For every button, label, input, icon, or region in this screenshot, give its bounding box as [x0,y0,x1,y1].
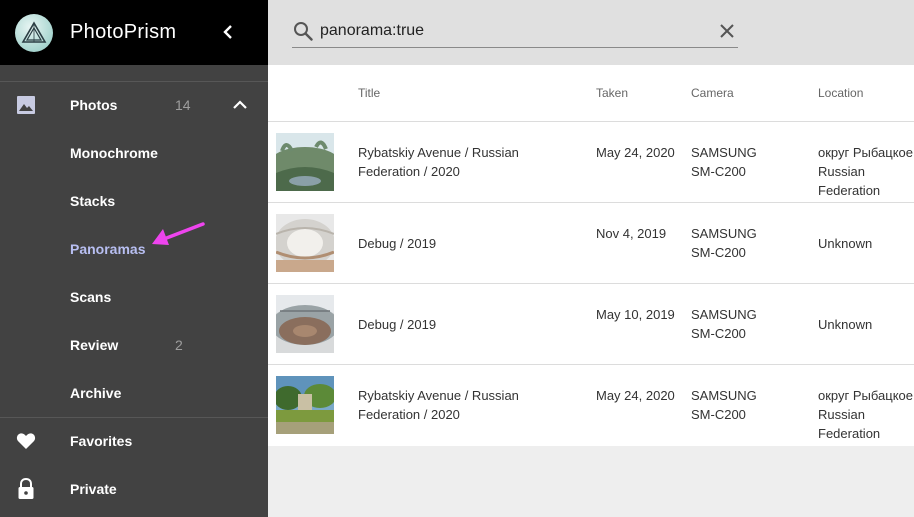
sidebar-item-count: 14 [175,97,191,113]
sidebar-item-label: Favorites [70,433,133,449]
column-header-title[interactable]: Title [358,86,380,100]
sidebar-item-review[interactable]: Review 2 [0,321,268,369]
photo-thumbnail[interactable] [276,133,334,191]
table-row[interactable]: Rybatskiy Avenue / Russian Federation / … [268,122,914,203]
close-icon [720,24,734,38]
sidebar-item-label: Stacks [70,193,116,209]
cell-title[interactable]: Debug / 2019 [358,315,578,334]
sidebar-item-label: Scans [70,289,112,305]
chevron-up-icon[interactable] [230,95,250,115]
photo-thumbnail[interactable] [276,295,334,353]
table-row[interactable]: Debug / 2019 May 10, 2019 SAMSUNG SM-C20… [268,284,914,365]
sidebar-item-favorites[interactable]: Favorites [0,417,268,465]
cell-location: Unknown [818,236,873,251]
cell-taken: May 24, 2020 [596,145,675,160]
sidebar-item-label: Monochrome [70,145,158,161]
cell-camera: SAMSUNG SM-C200 [691,388,757,422]
cell-title[interactable]: Debug / 2019 [358,234,578,253]
photo-thumbnail[interactable] [276,376,334,434]
sidebar-item-private[interactable]: Private [0,465,268,513]
sidebar-item-scans[interactable]: Scans [0,273,268,321]
table-header: Title Taken Camera Location [268,65,914,122]
column-header-location[interactable]: Location [818,86,863,100]
sidebar-item-label: Private [70,481,117,497]
sidebar-header: PhotoPrism [0,0,268,65]
clear-search-button[interactable] [716,20,738,42]
table-row[interactable]: Debug / 2019 Nov 4, 2019 SAMSUNG SM-C200… [268,203,914,284]
cell-camera: SAMSUNG SM-C200 [691,226,757,260]
column-header-taken[interactable]: Taken [596,86,628,100]
app-logo[interactable] [15,13,53,52]
sidebar-item-label: Photos [70,97,118,113]
cell-camera: SAMSUNG SM-C200 [691,307,757,341]
cell-taken: Nov 4, 2019 [596,226,667,241]
sidebar-item-label: Review [70,337,119,353]
cell-title[interactable]: Rybatskiy Avenue / Russian Federation / … [358,143,578,181]
photo-thumbnail[interactable] [276,214,334,272]
cell-location: Unknown [818,317,873,332]
image-icon [16,95,36,115]
sidebar-item-stacks[interactable]: Stacks [0,177,268,225]
cell-taken: May 10, 2019 [596,307,675,322]
sidebar-item-panoramas[interactable]: Panoramas [0,225,268,273]
sidebar-item-archive[interactable]: Archive [0,369,268,417]
cell-taken: May 24, 2020 [596,388,675,403]
search-box [292,14,738,48]
sidebar-item-count: 2 [175,337,183,353]
collapse-sidebar-button[interactable] [216,20,240,44]
sidebar-item-monochrome[interactable]: Monochrome [0,129,268,177]
search-input[interactable] [320,21,700,40]
column-header-camera[interactable]: Camera [691,86,734,100]
heart-icon [16,431,36,451]
cell-camera: SAMSUNG SM-C200 [691,145,757,179]
cell-location: округ Рыбацкое Russian Federation [818,388,913,441]
table-row[interactable]: Rybatskiy Avenue / Russian Federation / … [268,365,914,446]
cell-title[interactable]: Rybatskiy Avenue / Russian Federation / … [358,386,578,424]
sidebar-item-label: Panoramas [70,241,146,257]
cell-location: округ Рыбацкое Russian Federation [818,145,913,198]
lock-icon [16,478,36,499]
sidebar-item-label: Archive [70,385,122,401]
sidebar: PhotoPrism Photos 14 Monochrome Stacks P… [0,0,268,517]
chevron-left-icon [223,25,232,39]
search-icon [292,20,314,42]
app-title: PhotoPrism [70,21,177,43]
sidebar-item-photos[interactable]: Photos 14 [0,81,268,129]
search-toolbar [268,0,914,65]
photo-table: Title Taken Camera Location Rybatskiy Av… [268,65,914,446]
